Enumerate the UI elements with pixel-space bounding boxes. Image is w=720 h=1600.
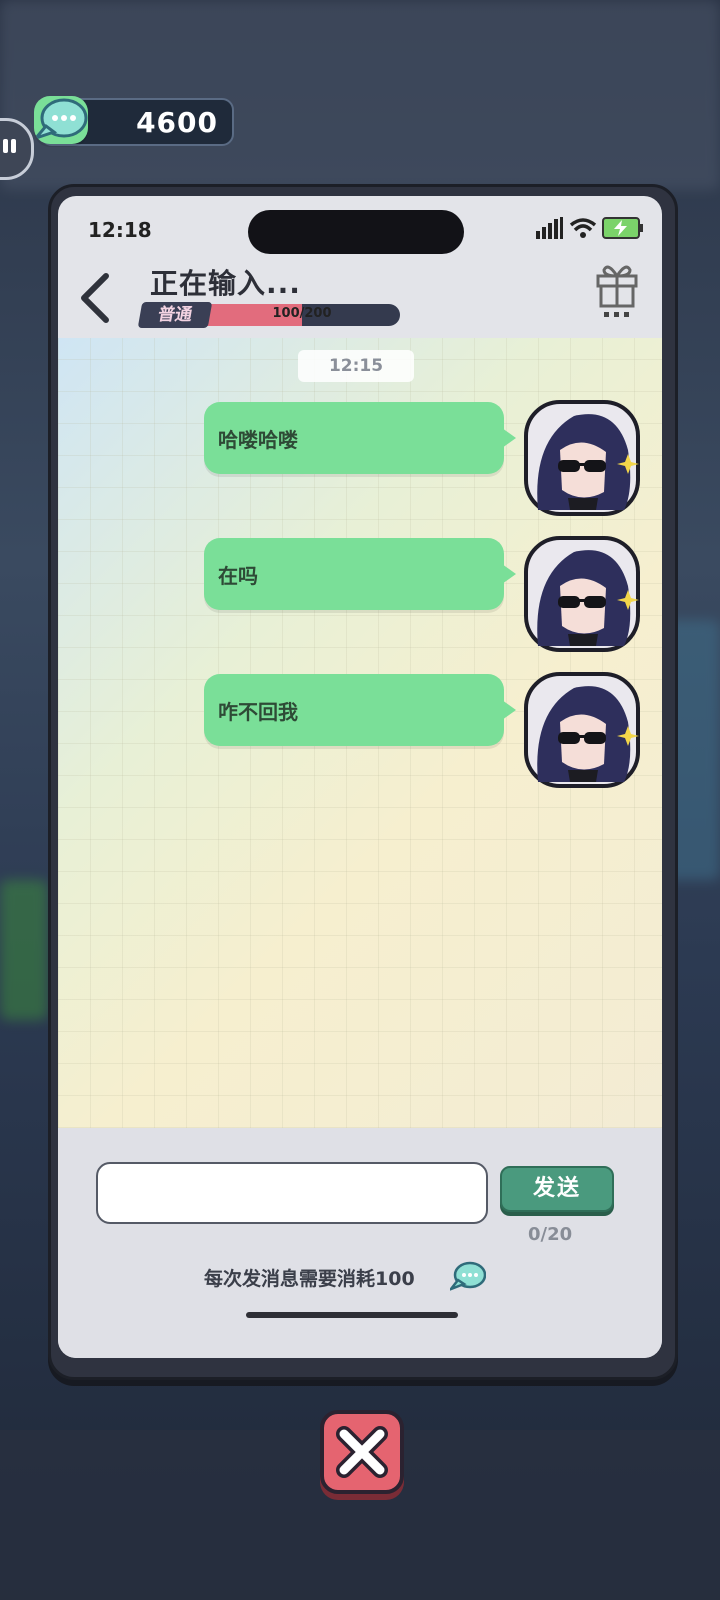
- close-icon: [336, 1426, 388, 1478]
- wifi-icon: [569, 218, 597, 238]
- phone-screen: 12:18 正在输入... 100/200 普通 12:15 哈喽哈喽 在吗 咋…: [58, 196, 662, 1358]
- status-icons: [535, 216, 644, 242]
- message-input[interactable]: [96, 1162, 488, 1224]
- composer: 发送 0/20 每次发消息需要消耗100: [58, 1128, 662, 1358]
- relationship-level-tag: 普通: [137, 302, 213, 328]
- home-indicator: [246, 1312, 458, 1318]
- close-button[interactable]: [320, 1410, 404, 1494]
- chevron-left-icon[interactable]: [76, 270, 116, 326]
- send-button[interactable]: 发送: [500, 1166, 614, 1212]
- message-item: 在吗: [204, 538, 516, 610]
- affinity-bar: 100/200: [204, 304, 400, 326]
- phone-notch: [248, 210, 464, 254]
- chat-bubble-currency-icon: [34, 96, 88, 144]
- currency-amount: 4600: [136, 106, 218, 139]
- currency-display: 4600: [34, 96, 234, 146]
- message-text: 在吗: [218, 564, 258, 588]
- background-scene: [0, 0, 720, 190]
- user-avatar: [524, 672, 640, 788]
- chat-area: 12:15 哈喽哈喽 在吗 咋不回我: [58, 338, 662, 1128]
- status-time: 12:18: [88, 218, 152, 242]
- chat-title: 正在输入...: [150, 267, 301, 300]
- message-bubble: 在吗: [204, 538, 516, 610]
- character-counter: 0/20: [528, 1224, 573, 1245]
- user-avatar: [524, 536, 640, 652]
- chat-bubble-currency-icon: [450, 1261, 486, 1291]
- background-scene: [0, 880, 48, 1020]
- battery-icon: [602, 217, 643, 239]
- gift-icon[interactable]: [594, 260, 640, 320]
- user-avatar: [524, 400, 640, 516]
- message-text: 咋不回我: [218, 700, 298, 724]
- chat-header: 正在输入... 100/200 普通: [58, 250, 662, 346]
- affinity-text: 100/200: [272, 306, 332, 321]
- message-bubble: 哈喽哈喽: [204, 402, 516, 474]
- message-bubble: 咋不回我: [204, 674, 516, 746]
- message-cost-note: 每次发消息需要消耗100: [204, 1268, 415, 1290]
- message-item: 咋不回我: [204, 674, 516, 746]
- signal-icon: [535, 217, 563, 239]
- message-text: 哈喽哈喽: [218, 428, 298, 452]
- chat-timestamp: 12:15: [298, 350, 414, 382]
- message-item: 哈喽哈喽: [204, 402, 516, 474]
